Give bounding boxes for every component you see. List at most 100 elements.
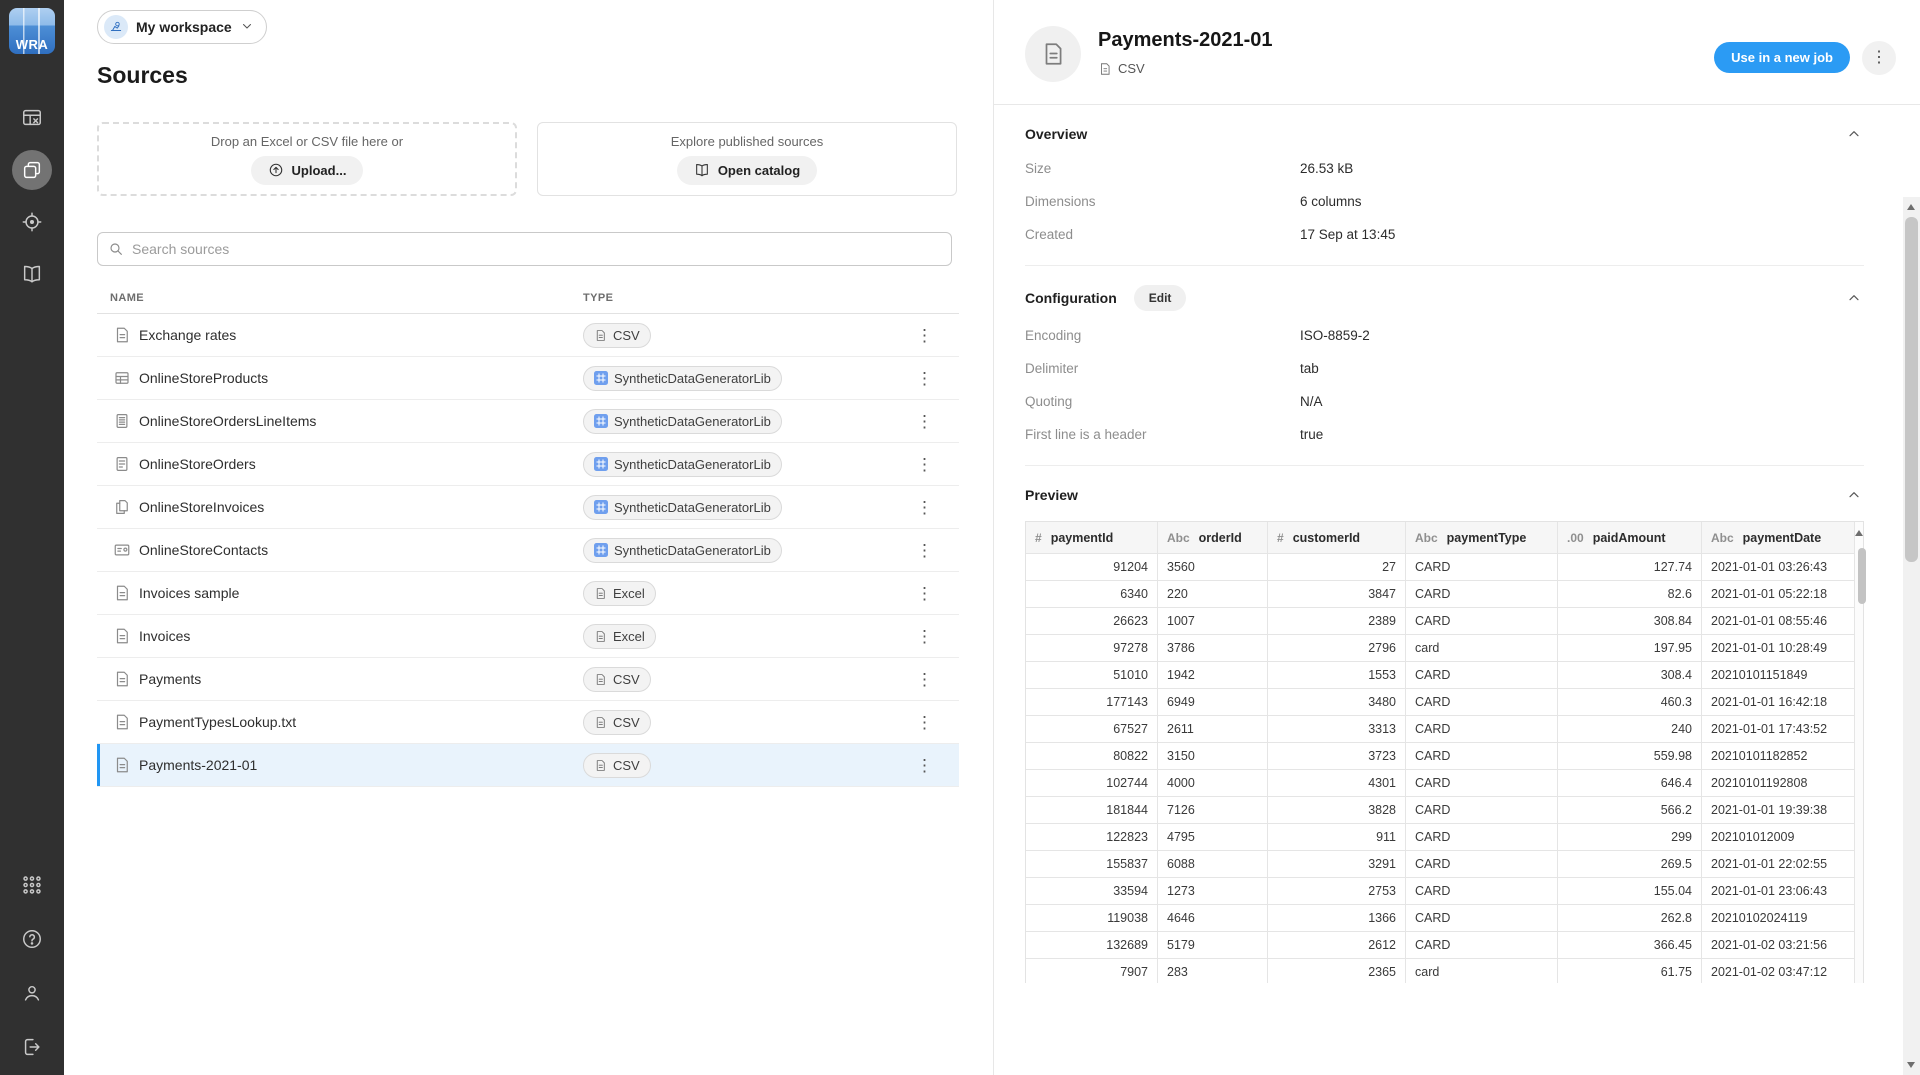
app-root: WRA — [0, 0, 1920, 1075]
column-type-icon: .00 — [1567, 531, 1584, 545]
preview-cell: 220 — [1158, 581, 1268, 608]
file-icon — [113, 584, 131, 602]
scroll-down-icon[interactable] — [1907, 1062, 1915, 1068]
source-row[interactable]: Invoices sampleExcel⋮ — [97, 572, 959, 615]
preview-cell: 4301 — [1268, 770, 1406, 797]
workspace-label: My workspace — [136, 19, 232, 35]
source-type: CSV — [1098, 61, 1273, 76]
preview-cell: 2389 — [1268, 608, 1406, 635]
scroll-up-icon[interactable] — [1855, 530, 1863, 536]
workflows-icon[interactable] — [12, 98, 52, 138]
preview-cell: CARD — [1406, 689, 1558, 716]
preview-cell: 1942 — [1158, 662, 1268, 689]
preview-cell: 299 — [1558, 824, 1702, 851]
configuration-section: Configuration Edit EncodingISO-8859-2Del… — [1025, 266, 1864, 466]
lineage-icon[interactable] — [12, 202, 52, 242]
source-name: OnlineStoreOrders — [139, 456, 583, 472]
source-row[interactable]: OnlineStoreOrdersSyntheticDataGeneratorL… — [97, 443, 959, 486]
source-row[interactable]: Exchange ratesCSV⋮ — [97, 314, 959, 357]
preview-cell: 3313 — [1268, 716, 1406, 743]
row-menu-button[interactable]: ⋮ — [912, 366, 937, 391]
preview-data-row: 63402203847CARD82.62021-01-01 05:22:18 — [1026, 581, 1855, 608]
type-badge: SyntheticDataGeneratorLib — [583, 366, 782, 391]
preview-table-scrollbar[interactable] — [1855, 521, 1864, 983]
preview-cell: 1273 — [1158, 878, 1268, 905]
source-title: Payments-2021-01 — [1098, 29, 1273, 52]
book-icon — [694, 162, 710, 178]
file-icon — [113, 326, 131, 344]
source-name: OnlineStoreInvoices — [139, 499, 583, 515]
file-dropzone[interactable]: Drop an Excel or CSV file here or Upload… — [97, 122, 517, 196]
preview-cell: 1553 — [1268, 662, 1406, 689]
catalog-icon[interactable] — [12, 254, 52, 294]
workspace-switcher[interactable]: My workspace — [97, 10, 267, 44]
upload-button[interactable]: Upload... — [251, 156, 364, 185]
preview-cell: 269.5 — [1558, 851, 1702, 878]
type-badge: CSV — [583, 710, 651, 735]
file-icon — [594, 587, 607, 600]
row-menu-button[interactable]: ⋮ — [912, 538, 937, 563]
details-header: Payments-2021-01 CSV Use in a new job ⋮ — [994, 0, 1920, 82]
row-menu-button[interactable]: ⋮ — [912, 753, 937, 778]
preview-cell: 61.75 — [1558, 959, 1702, 983]
table-grid-icon — [113, 369, 131, 387]
type-badge: CSV — [583, 667, 651, 692]
scrollbar-thumb[interactable] — [1858, 548, 1866, 604]
row-menu-button[interactable]: ⋮ — [912, 495, 937, 520]
preview-cell: 155837 — [1026, 851, 1158, 878]
preview-cell: 3480 — [1268, 689, 1406, 716]
synthetic-lib-icon — [594, 543, 608, 557]
row-menu-button[interactable]: ⋮ — [912, 710, 937, 735]
scrollbar-thumb[interactable] — [1905, 217, 1918, 562]
preview-data-row: 79072832365card61.752021-01-02 03:47:12 — [1026, 959, 1855, 983]
source-name: PaymentTypesLookup.txt — [139, 714, 583, 730]
row-menu-button[interactable]: ⋮ — [912, 323, 937, 348]
source-row[interactable]: OnlineStoreContactsSyntheticDataGenerato… — [97, 529, 959, 572]
source-row[interactable]: OnlineStoreInvoicesSyntheticDataGenerato… — [97, 486, 959, 529]
preview-cell: 3723 — [1268, 743, 1406, 770]
preview-cell: 181844 — [1026, 797, 1158, 824]
source-row[interactable]: Payments-2021-01CSV⋮ — [97, 744, 959, 787]
contact-card-icon — [113, 541, 131, 559]
details-menu-button[interactable]: ⋮ — [1862, 41, 1896, 75]
page-title: Sources — [97, 62, 993, 89]
chevron-up-icon[interactable] — [1844, 485, 1864, 505]
column-type-icon: # — [1277, 531, 1284, 545]
search-input[interactable] — [132, 241, 941, 257]
logout-icon[interactable] — [12, 1027, 52, 1067]
sidebar-bottom-nav — [12, 865, 52, 1067]
preview-cell: 7126 — [1158, 797, 1268, 824]
open-catalog-button[interactable]: Open catalog — [677, 156, 817, 185]
source-row[interactable]: OnlineStoreProductsSyntheticDataGenerato… — [97, 357, 959, 400]
row-menu-button[interactable]: ⋮ — [912, 452, 937, 477]
sources-icon[interactable] — [12, 150, 52, 190]
use-in-new-job-button[interactable]: Use in a new job — [1714, 42, 1850, 73]
source-row[interactable]: InvoicesExcel⋮ — [97, 615, 959, 658]
source-name: OnlineStoreContacts — [139, 542, 583, 558]
preview-heading: Preview — [1025, 487, 1078, 503]
preview-cell: 20210102024119 — [1702, 905, 1855, 932]
source-row[interactable]: PaymentsCSV⋮ — [97, 658, 959, 701]
edit-button[interactable]: Edit — [1134, 285, 1187, 311]
row-menu-button[interactable]: ⋮ — [912, 409, 937, 434]
preview-column-header: AbcpaymentDate — [1702, 522, 1855, 554]
scroll-up-icon[interactable] — [1907, 204, 1915, 210]
source-name: OnlineStoreOrdersLineItems — [139, 413, 583, 429]
app-logo[interactable]: WRA — [9, 8, 55, 54]
row-menu-button[interactable]: ⋮ — [912, 581, 937, 606]
help-icon[interactable] — [12, 919, 52, 959]
account-icon[interactable] — [12, 973, 52, 1013]
preview-cell: 20210101182852 — [1702, 743, 1855, 770]
preview-cell: CARD — [1406, 743, 1558, 770]
preview-cell: 1007 — [1158, 608, 1268, 635]
source-row[interactable]: OnlineStoreOrdersLineItemsSyntheticDataG… — [97, 400, 959, 443]
row-menu-button[interactable]: ⋮ — [912, 624, 937, 649]
chevron-up-icon[interactable] — [1844, 124, 1864, 144]
row-menu-button[interactable]: ⋮ — [912, 667, 937, 692]
chevron-up-icon[interactable] — [1844, 288, 1864, 308]
apps-grid-icon[interactable] — [12, 865, 52, 905]
preview-cell: 2021-01-02 03:21:56 — [1702, 932, 1855, 959]
panel-scrollbar[interactable] — [1903, 197, 1920, 1075]
source-row[interactable]: PaymentTypesLookup.txtCSV ⋮ — [97, 701, 959, 744]
preview-cell: 3847 — [1268, 581, 1406, 608]
